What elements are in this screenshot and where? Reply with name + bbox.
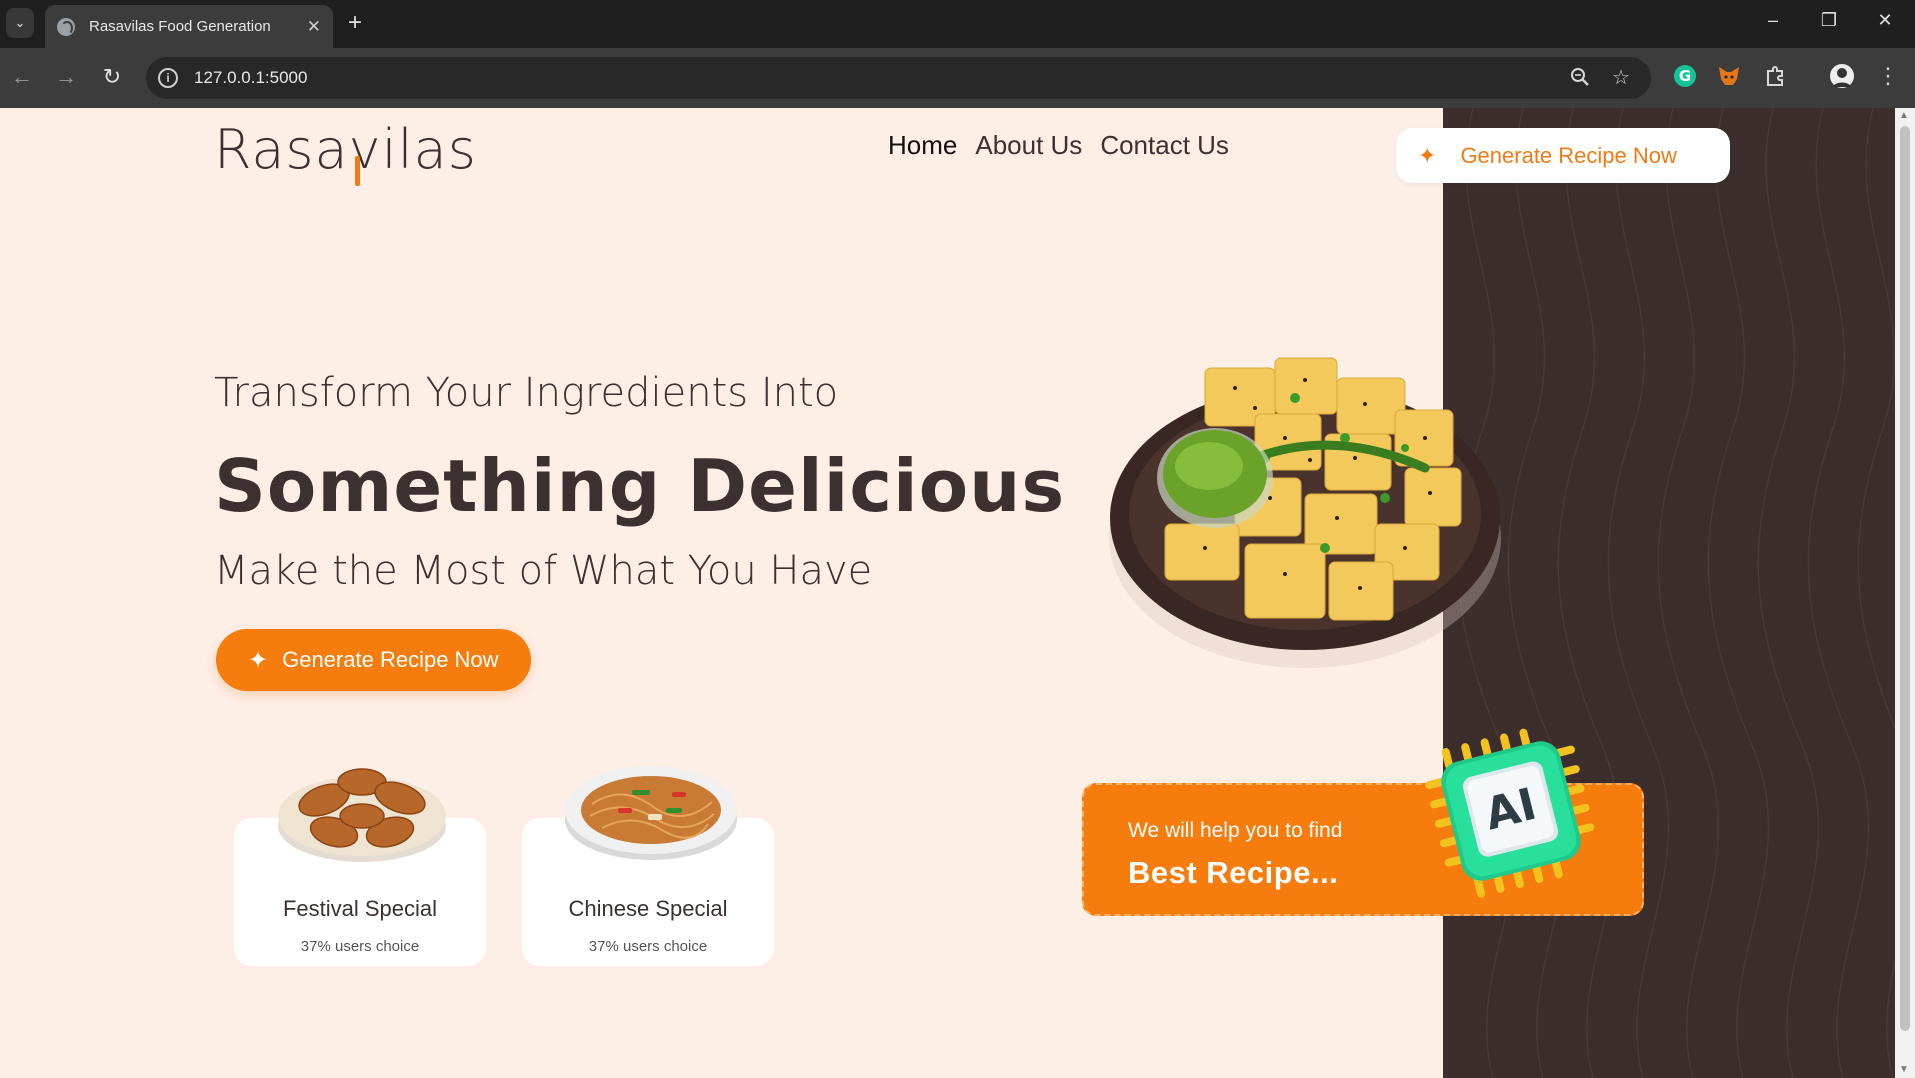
bookmark-star-icon[interactable]: ☆ xyxy=(1612,65,1630,90)
promo-big-text: Best Recipe... xyxy=(1128,855,1339,890)
scroll-thumb[interactable] xyxy=(1900,126,1910,1031)
window-close-icon[interactable]: ✕ xyxy=(1873,10,1897,31)
dark-pattern-panel xyxy=(1443,108,1895,1078)
browser-tabstrip: ⌄ Rasavilas Food Generation ✕ + – ❐ ✕ xyxy=(0,0,1915,48)
globe-icon xyxy=(57,17,75,36)
metamask-fox-icon[interactable] xyxy=(1715,62,1743,90)
card-title: Festival Special xyxy=(282,896,438,921)
new-tab-button[interactable]: + xyxy=(348,10,362,36)
restore-icon[interactable]: ❐ xyxy=(1817,10,1841,31)
zoom-icon[interactable] xyxy=(1570,67,1590,93)
header-cta-label: Generate Recipe Now xyxy=(1460,142,1677,168)
hero-cta-label: Generate Recipe Now xyxy=(282,647,499,672)
fork-icon xyxy=(355,156,360,186)
hero-subtitle: Make the Most of What You Have xyxy=(214,548,873,594)
minimize-icon[interactable]: – xyxy=(1761,10,1785,31)
chinese-special-image xyxy=(565,766,737,860)
promo-small-text: We will help you to find xyxy=(1128,819,1343,842)
sparkle-icon: ✦ xyxy=(248,646,269,674)
back-arrow-icon[interactable]: ← xyxy=(8,64,36,90)
browser-toolbar: ← → ↻ i 127.0.0.1:5000 ☆ xyxy=(0,48,1915,108)
scroll-down-arrow-icon[interactable]: ▼ xyxy=(1899,1064,1909,1075)
card-subtitle: 37% users choice xyxy=(588,938,708,955)
reload-icon[interactable]: ↻ xyxy=(98,64,126,90)
header-generate-recipe-button[interactable]: ✦ Generate Recipe Now xyxy=(1396,128,1730,183)
dhokla-plate-image xyxy=(1109,357,1501,668)
ai-chip-icon: AI xyxy=(1425,728,1595,898)
address-bar[interactable]: i 127.0.0.1:5000 ☆ xyxy=(146,57,1651,99)
hero-title: Something Delicious xyxy=(214,444,1066,528)
svg-text:G: G xyxy=(1679,67,1691,85)
nav-about-us[interactable]: About Us xyxy=(975,130,1082,161)
nav-contact-us[interactable]: Contact Us xyxy=(1100,130,1229,161)
main-nav: Home About Us Contact Us xyxy=(888,130,1229,161)
festival-special-image xyxy=(278,768,446,862)
page-scrollbar[interactable]: ▲ ▼ xyxy=(1895,108,1915,1078)
close-icon[interactable]: ✕ xyxy=(307,17,321,37)
nav-home[interactable]: Home xyxy=(888,130,957,161)
tab-search-button[interactable]: ⌄ xyxy=(6,8,34,38)
hero-generate-recipe-button[interactable]: ✦ Generate Recipe Now xyxy=(216,629,531,691)
chevron-down-icon: ⌄ xyxy=(14,15,26,30)
forward-arrow-icon[interactable]: → xyxy=(52,64,80,90)
info-icon[interactable]: i xyxy=(158,68,178,88)
card-title: Chinese Special xyxy=(568,896,728,921)
card-subtitle: 37% users choice xyxy=(300,938,420,955)
url-text[interactable]: 127.0.0.1:5000 xyxy=(194,68,307,88)
sparkle-icon: ✦ xyxy=(1418,142,1437,168)
grammarly-icon[interactable]: G xyxy=(1671,62,1699,90)
webpage: Rasavilas Home About Us Contact Us ✦ Gen… xyxy=(0,108,1895,1078)
site-logo[interactable]: Rasavilas xyxy=(214,118,477,181)
wavy-pattern xyxy=(1457,108,1895,1078)
browser-menu-icon[interactable]: ⋮ xyxy=(1874,62,1902,90)
profile-avatar[interactable] xyxy=(1828,62,1856,90)
browser-tab[interactable]: Rasavilas Food Generation ✕ xyxy=(45,5,333,48)
hero-pre-title: Transform Your Ingredients Into xyxy=(214,370,839,416)
scroll-up-arrow-icon[interactable]: ▲ xyxy=(1899,110,1909,121)
tab-title: Rasavilas Food Generation xyxy=(89,18,271,35)
extensions-puzzle-icon[interactable] xyxy=(1762,62,1790,90)
